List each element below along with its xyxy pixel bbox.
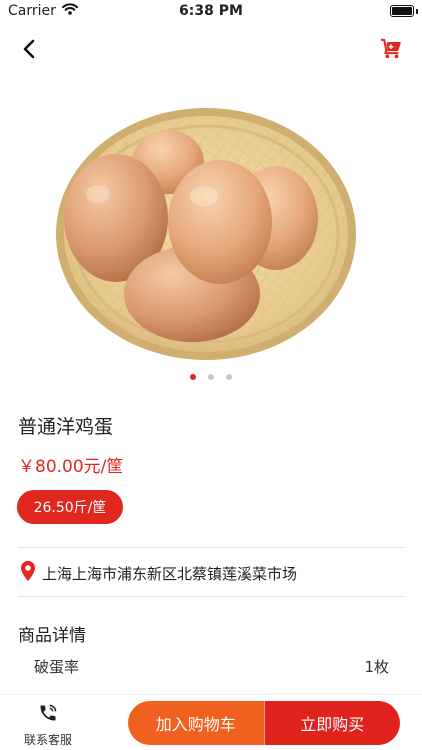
carousel-dots <box>0 374 422 380</box>
buy-now-button[interactable]: 立即购买 <box>263 701 400 745</box>
product-title: 普通洋鸡蛋 <box>18 416 114 438</box>
unit-price-tag: 26.50斤/筐 <box>17 490 123 524</box>
purchase-actions: 加入购物车 立即购买 <box>128 701 400 745</box>
back-button[interactable] <box>14 36 44 66</box>
product-image[interactable] <box>50 96 372 376</box>
contact-service-button[interactable]: 联系客服 <box>12 703 84 747</box>
status-bar: Carrier 6:38 PM <box>0 0 422 24</box>
carousel-dot-1[interactable] <box>190 374 196 380</box>
location-row: 上海上海市浦东新区北蔡镇莲溪菜市场 <box>20 560 297 586</box>
battery-tip <box>416 9 418 14</box>
chevron-left-icon <box>22 39 36 63</box>
shopping-cart-icon <box>380 38 402 64</box>
location-text: 上海上海市浦东新区北蔡镇莲溪菜市场 <box>42 564 298 583</box>
divider <box>18 596 405 597</box>
product-price: ￥80.00元/筐 <box>18 457 124 477</box>
carousel-dot-3[interactable] <box>226 374 232 380</box>
nav-bar <box>0 30 422 70</box>
detail-label: 破蛋率 <box>34 658 80 676</box>
divider <box>18 547 405 548</box>
cart-button[interactable] <box>376 36 406 66</box>
status-time: 6:38 PM <box>179 3 243 19</box>
contact-service-label: 联系客服 <box>23 733 72 747</box>
add-to-cart-button[interactable]: 加入购物车 <box>128 701 264 745</box>
bottom-bar: 联系客服 加入购物车 立即购买 <box>0 694 422 750</box>
location-pin-icon <box>20 560 36 586</box>
phone-icon <box>38 703 58 727</box>
carousel-dot-2[interactable] <box>208 374 214 380</box>
section-title-details: 商品详情 <box>18 626 86 646</box>
detail-value: 1枚 <box>364 658 389 676</box>
battery-icon <box>390 5 414 17</box>
